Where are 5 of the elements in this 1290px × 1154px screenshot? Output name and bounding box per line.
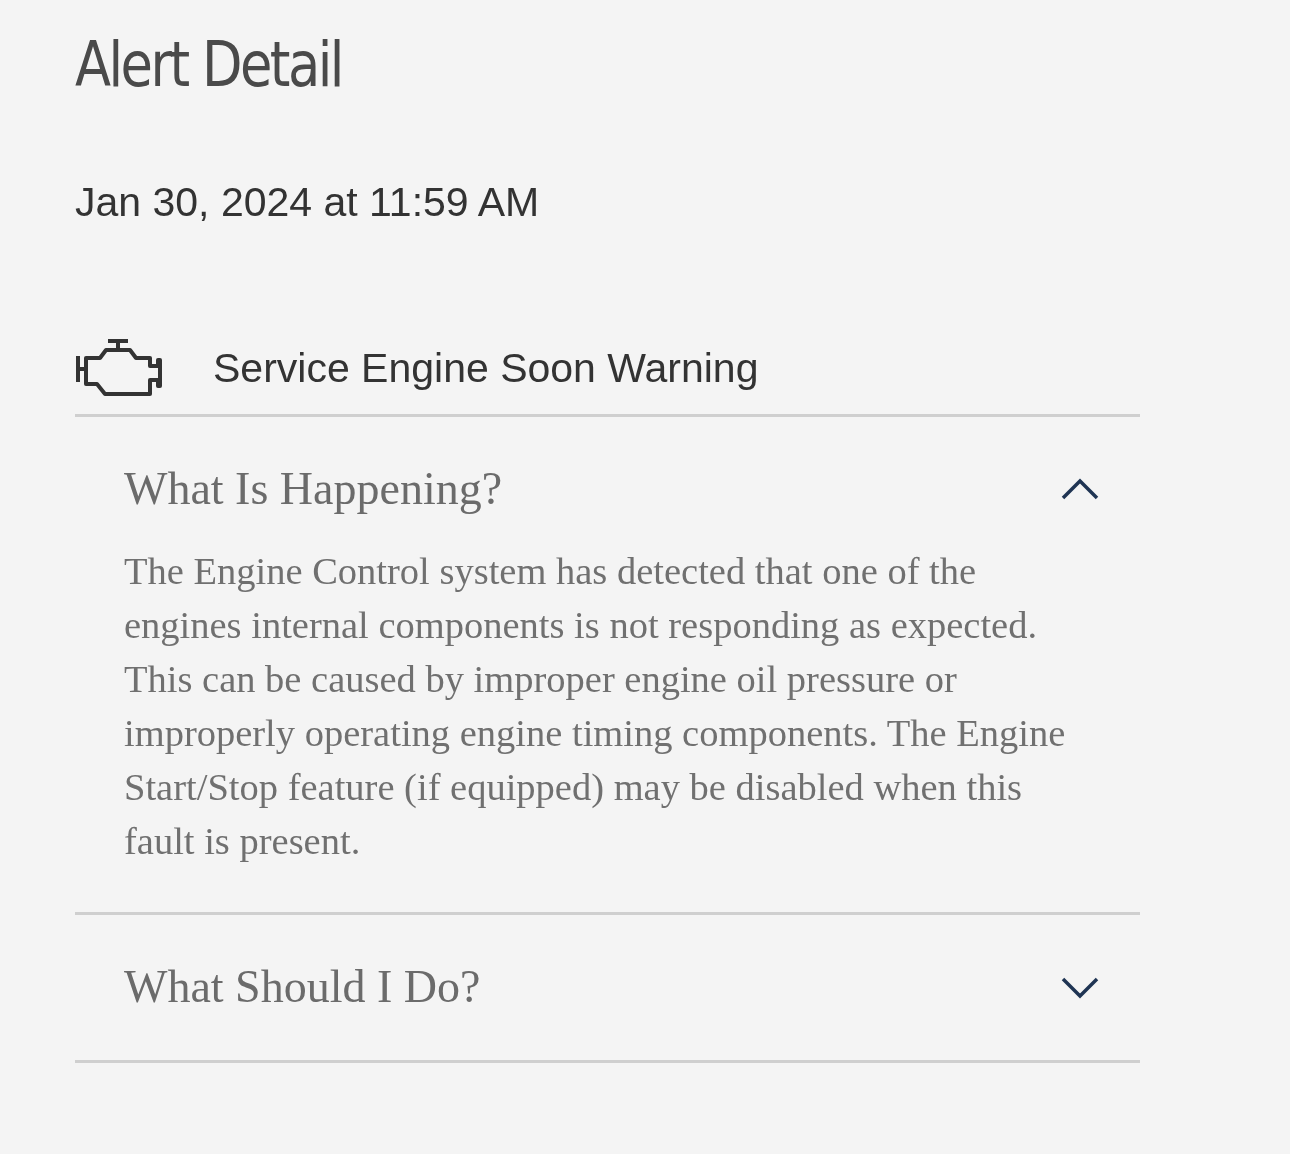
page-title: Alert Detail: [75, 28, 342, 103]
accordion-header[interactable]: What Should I Do?: [75, 914, 1140, 1060]
section-text: The Engine Control system has detected that one of the engines internal components is not responding as expected. This can be caused by improper engine oil pressure or improperly operating engine timing components. The Engine Start/Stop feature (if equipped) may be disabled when this fault is present.: [123, 548, 1067, 864]
timestamp: Jan 30, 2024 at 11:59 AM: [75, 178, 540, 228]
alert-title: Service Engine Soon Warning: [213, 344, 759, 394]
